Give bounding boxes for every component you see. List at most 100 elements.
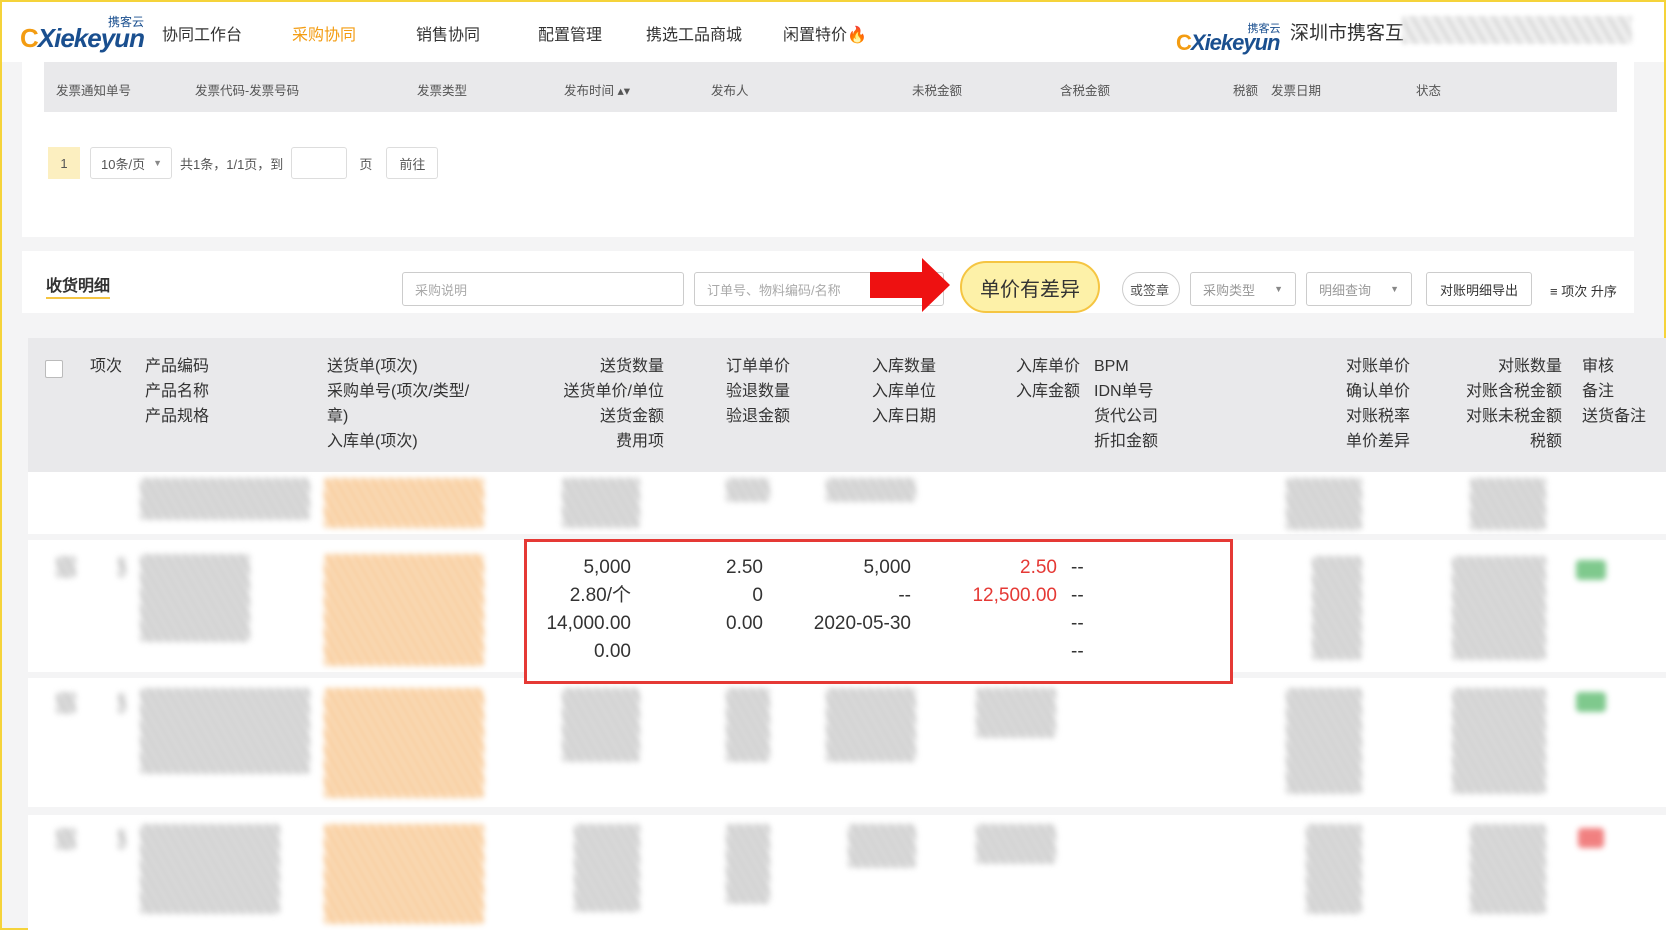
th-bpm: BPM IDN单号 货代公司 折扣金额 bbox=[1094, 358, 1159, 450]
page-go-button[interactable]: 前往 bbox=[386, 147, 439, 179]
invoice-table-header: 发票通知单号 发票代码-发票号码 发票类型 发布时间 ▴▾ 发布人 未税金额 含… bbox=[44, 62, 1617, 112]
row-checkbox[interactable] bbox=[56, 692, 76, 714]
table-row bbox=[324, 478, 484, 528]
th-qty: 送货数量 送货单价/单位 送货金额 费用项 bbox=[563, 358, 664, 450]
audit-badge bbox=[1578, 828, 1604, 848]
table-row bbox=[976, 824, 1056, 864]
page-size-select[interactable]: 10条/页 ▼ bbox=[90, 147, 172, 179]
price-diff-filter[interactable]: 单价有差异 bbox=[960, 261, 1100, 313]
th-stock-price: 入库单价 入库金额 bbox=[1015, 358, 1080, 400]
table-row bbox=[848, 824, 916, 868]
sort-icon: ▴▾ bbox=[617, 84, 631, 98]
caret-down-icon: ▼ bbox=[153, 158, 162, 168]
table-row bbox=[324, 824, 484, 924]
page-info: 共1条，1/1页，到 bbox=[180, 156, 284, 172]
col-status: 状态 bbox=[1416, 84, 1442, 98]
table-row bbox=[726, 478, 770, 502]
table-row bbox=[140, 478, 310, 520]
table-row bbox=[1312, 556, 1362, 660]
table-row bbox=[118, 828, 126, 850]
table-row bbox=[140, 688, 310, 774]
signature-filter[interactable]: 或签章 bbox=[1122, 272, 1180, 306]
table-row bbox=[574, 824, 640, 912]
row-checkbox[interactable] bbox=[56, 828, 76, 850]
table-row bbox=[1306, 824, 1362, 914]
table-row bbox=[140, 554, 250, 642]
col-invoice-date: 发票日期 bbox=[1271, 84, 1322, 98]
table-row bbox=[826, 688, 916, 762]
col-invoice-notice: 发票通知单号 bbox=[56, 84, 132, 98]
table-row bbox=[826, 478, 916, 502]
table-row bbox=[1452, 556, 1546, 660]
invoice-panel: 发票通知单号 发票代码-发票号码 发票类型 发布时间 ▴▾ 发布人 未税金额 含… bbox=[22, 62, 1634, 237]
table-row bbox=[976, 688, 1056, 738]
table-row bbox=[726, 824, 770, 904]
nav-config[interactable]: 配置管理 bbox=[538, 21, 602, 45]
col-publisher: 发布人 bbox=[711, 84, 749, 98]
th-recon-qty: 对账数量 对账含税金额 对账未税金额 税额 bbox=[1465, 358, 1562, 450]
table-row bbox=[1470, 478, 1546, 530]
caret-down-icon: ▼ bbox=[1274, 284, 1283, 294]
table-row bbox=[562, 688, 640, 762]
col-publish-time[interactable]: 发布时间 ▴▾ bbox=[564, 80, 630, 99]
top-navigation: CXiekeyun 携客云 协同工作台 采购协同 销售协同 配置管理 携选工品商… bbox=[2, 2, 1664, 62]
col-taxed: 含税金额 bbox=[1060, 84, 1111, 98]
sort-order[interactable]: ≡ 项次 升序 bbox=[1550, 281, 1617, 300]
page-jump-input[interactable] bbox=[291, 147, 348, 179]
caret-down-icon: ▼ bbox=[1390, 284, 1399, 294]
th-audit: 审核 备注 送货备注 bbox=[1582, 358, 1647, 425]
table-row bbox=[140, 824, 280, 914]
detail-query-select[interactable]: 明细查询 ▼ bbox=[1306, 272, 1412, 306]
nav-clearance[interactable]: 闲置特价🔥 bbox=[783, 21, 867, 45]
receipt-table-header: 项次 产品编码 产品名称 产品规格 送货单(项次) 采购单号(项次/类型/章) 入库单(… bbox=[28, 338, 1666, 472]
stock-price-values: 2.50 12,500.00 bbox=[972, 557, 1057, 606]
arrow-right-icon bbox=[870, 258, 950, 312]
audit-badge bbox=[1576, 692, 1606, 712]
nav-sales[interactable]: 销售协同 bbox=[416, 21, 480, 45]
audit-badge bbox=[1576, 560, 1606, 580]
table-row bbox=[324, 688, 484, 798]
row-checkbox[interactable] bbox=[56, 556, 76, 578]
page-unit: 页 bbox=[359, 156, 373, 172]
col-invoice-type: 发票类型 bbox=[417, 84, 468, 98]
nav-workbench[interactable]: 协同工作台 bbox=[162, 21, 242, 45]
table-row bbox=[1470, 824, 1546, 914]
stock-qty-values: 5,000 -- 2020-05-30 bbox=[813, 557, 911, 634]
th-recon: 对账单价 确认单价 对账税率 单价差异 bbox=[1345, 358, 1410, 450]
order-price-values: 2.50 0 0.00 bbox=[726, 557, 763, 634]
nav-mall[interactable]: 携选工品商城 bbox=[646, 21, 742, 45]
table-row bbox=[1286, 478, 1362, 530]
price-diff-highlight: 5,000 2.80/个 14,000.00 0.00 2.50 0 0.00 5,000… bbox=[524, 539, 1233, 684]
th-delivery: 送货单(项次) 采购单号(项次/类型/章) 入库单(项次) bbox=[327, 358, 470, 450]
pagination: 1 10条/页 ▼ 共1条，1/1页，到 页 前往 bbox=[48, 147, 439, 179]
purchase-type-select[interactable]: 采购类型 ▼ bbox=[1190, 272, 1296, 306]
row-divider bbox=[28, 807, 1666, 815]
th-stock: 入库数量 入库单位 入库日期 bbox=[871, 358, 936, 425]
page-number[interactable]: 1 bbox=[48, 147, 80, 179]
table-row bbox=[1286, 688, 1362, 794]
fire-icon: 🔥 bbox=[847, 27, 867, 44]
logo-sup-right: 携客云 bbox=[1247, 23, 1281, 35]
col-invoice-code: 发票代码-发票号码 bbox=[195, 84, 300, 98]
th-order: 订单单价 验退数量 验退金额 bbox=[725, 358, 790, 425]
export-button[interactable]: 对账明细导出 bbox=[1426, 272, 1532, 306]
table-row bbox=[562, 478, 640, 528]
th-idx: 项次 bbox=[90, 358, 123, 375]
col-untaxed: 未税金额 bbox=[912, 84, 963, 98]
select-all-checkbox[interactable] bbox=[45, 360, 63, 378]
col-tax: 税额 bbox=[1233, 84, 1259, 98]
receipt-filter-bar: 收货明细 采购说明 订单号、物料编码/名称 或签章 采购类型 ▼ 明细查询 ▼ 对账… bbox=[22, 251, 1634, 313]
delivery-qty-values: 5,000 2.80/个 14,000.00 0.00 bbox=[546, 557, 631, 662]
table-row bbox=[324, 554, 484, 666]
brand-logo[interactable]: CXiekeyun 携客云 bbox=[20, 14, 180, 54]
logo-sup: 携客云 bbox=[107, 15, 144, 29]
purchase-note-input[interactable]: 采购说明 bbox=[402, 272, 684, 306]
bpm-values: -- -- -- -- bbox=[1071, 557, 1084, 662]
nav-purchase[interactable]: 采购协同 bbox=[292, 21, 356, 45]
sort-list-icon: ≡ bbox=[1550, 284, 1558, 299]
th-product: 产品编码 产品名称 产品规格 bbox=[145, 358, 210, 425]
table-row bbox=[1452, 688, 1546, 794]
receipt-title: 收货明细 bbox=[46, 272, 111, 299]
company-name[interactable]: 深圳市携客互 bbox=[1290, 18, 1404, 45]
table-row bbox=[118, 556, 126, 578]
